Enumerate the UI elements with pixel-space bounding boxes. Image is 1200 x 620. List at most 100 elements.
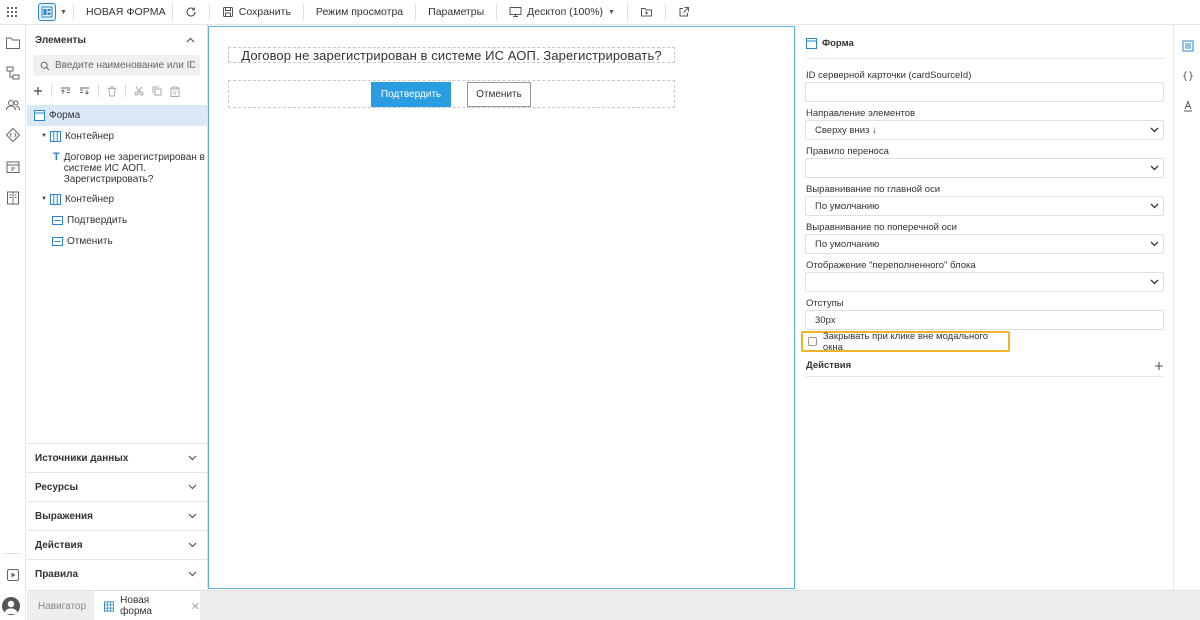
plus-icon[interactable] bbox=[33, 86, 43, 96]
close-icon[interactable]: ✕ bbox=[191, 600, 200, 613]
form-type-icon[interactable] bbox=[38, 3, 56, 21]
overflow-select[interactable] bbox=[805, 272, 1164, 292]
navigator-tab[interactable]: Навигатор bbox=[38, 601, 86, 612]
folder-button[interactable] bbox=[634, 0, 659, 25]
form-type-caret-icon[interactable]: ▼ bbox=[60, 9, 67, 16]
chevron-down-icon bbox=[1150, 279, 1159, 285]
move-down-icon[interactable] bbox=[79, 86, 90, 96]
checkbox-label: Закрывать при клике вне модального окна bbox=[822, 330, 989, 353]
left-icon-rail bbox=[0, 25, 26, 620]
refresh-icon bbox=[186, 7, 196, 17]
json-braces-icon[interactable]: {} bbox=[1179, 67, 1197, 85]
element-search-input[interactable] bbox=[55, 60, 195, 71]
toolbar-divider bbox=[208, 4, 210, 20]
chevron-down-icon bbox=[1150, 127, 1159, 133]
trash-icon[interactable] bbox=[107, 86, 117, 97]
toolbar-divider bbox=[171, 4, 173, 20]
user-avatar[interactable] bbox=[2, 597, 20, 615]
toolbar-divider bbox=[496, 4, 498, 20]
properties-panel: Форма ID серверной карточки (cardSourceI… bbox=[796, 25, 1174, 590]
wrap-rule-select[interactable] bbox=[805, 158, 1164, 178]
element-search bbox=[33, 55, 200, 76]
section-rules[interactable]: Правила bbox=[27, 559, 207, 588]
canvas-button-container[interactable]: Подтвердить Отменить bbox=[228, 80, 675, 108]
field-label-direction: Направление элементов bbox=[806, 108, 916, 119]
tree-item-text[interactable]: T Договор не зарегистрирован в системе И… bbox=[27, 152, 207, 188]
toolbar-divider bbox=[72, 4, 74, 20]
chevron-up-icon[interactable] bbox=[186, 37, 195, 43]
scissors-icon[interactable] bbox=[134, 86, 144, 96]
field-value: По умолчанию bbox=[815, 200, 880, 212]
button-type-icon bbox=[52, 216, 63, 225]
chevron-down-icon bbox=[188, 542, 197, 548]
tree-item-cancel-button[interactable]: Отменить bbox=[27, 236, 207, 250]
elements-panel-title: Элементы bbox=[35, 35, 86, 46]
cancel-button[interactable]: Отменить bbox=[467, 82, 531, 107]
move-up-icon[interactable] bbox=[60, 86, 71, 96]
open-external-button[interactable] bbox=[672, 0, 696, 25]
tree-item-confirm-button[interactable]: Подтвердить bbox=[27, 215, 207, 229]
tree-item-container[interactable]: ▼ Контейнер bbox=[27, 194, 207, 208]
calendar-icon[interactable] bbox=[4, 158, 22, 176]
chevron-down-icon bbox=[188, 484, 197, 490]
top-toolbar: ▼ НОВАЯ ФОРМА Сохранить Режим просмотра … bbox=[0, 0, 1200, 25]
section-data-sources[interactable]: Источники данных bbox=[27, 443, 207, 472]
users-icon[interactable] bbox=[4, 96, 22, 114]
chevron-down-icon bbox=[188, 513, 197, 519]
device-select-label: Десктоп (100%) bbox=[527, 6, 604, 18]
caret-down-icon[interactable]: ▼ bbox=[41, 133, 47, 139]
canvas-heading-text[interactable]: Договор не зарегистрирован в системе ИС … bbox=[228, 47, 675, 63]
form-grid-icon bbox=[104, 600, 115, 612]
text-style-icon[interactable] bbox=[1179, 97, 1197, 115]
save-button[interactable]: Сохранить bbox=[216, 0, 297, 25]
preview-mode-button[interactable]: Режим просмотра bbox=[310, 0, 409, 25]
padding-input[interactable]: 30px bbox=[805, 310, 1164, 330]
field-value: По умолчанию bbox=[815, 238, 880, 250]
main-axis-select[interactable]: По умолчанию bbox=[805, 196, 1164, 216]
field-value: Сверху вниз ↓ bbox=[815, 124, 877, 136]
field-label-cross-axis: Выравнивание по поперечной оси bbox=[806, 222, 957, 233]
close-on-outside-click-checkbox[interactable]: Закрывать при клике вне модального окна bbox=[801, 330, 1010, 353]
code-diamond-icon[interactable] bbox=[4, 126, 22, 144]
folder-icon bbox=[640, 8, 652, 17]
paste-icon[interactable] bbox=[170, 86, 180, 97]
direction-select[interactable]: Сверху вниз ↓ bbox=[805, 120, 1164, 140]
play-icon[interactable] bbox=[4, 566, 22, 584]
form-canvas[interactable]: Договор не зарегистрирован в системе ИС … bbox=[208, 26, 795, 589]
elements-panel: Элементы Форма ▼ Контейнер T Догово bbox=[27, 25, 208, 590]
container-icon bbox=[49, 194, 61, 205]
tree-text-line: Зарегистрировать? bbox=[63, 174, 154, 185]
search-icon bbox=[40, 61, 50, 70]
tab-new-form[interactable]: Новая форма ✕ bbox=[94, 591, 200, 620]
add-action-icon[interactable] bbox=[1154, 361, 1164, 371]
apps-grid-icon[interactable] bbox=[0, 0, 24, 24]
confirm-button[interactable]: Подтвердить bbox=[371, 82, 451, 107]
refresh-button[interactable] bbox=[179, 0, 203, 25]
section-actions[interactable]: Действия bbox=[27, 530, 207, 559]
tree-item-form[interactable]: Форма bbox=[27, 105, 207, 126]
chevron-down-icon bbox=[1150, 241, 1159, 247]
button-type-icon bbox=[52, 237, 63, 246]
tree-text-line: системе ИС АОП. bbox=[63, 163, 146, 174]
form-icon bbox=[806, 38, 817, 49]
parameters-button[interactable]: Параметры bbox=[422, 0, 490, 25]
device-select[interactable]: Десктоп (100%) ▼ bbox=[503, 0, 621, 25]
copy-icon[interactable] bbox=[152, 86, 162, 96]
hierarchy-icon[interactable] bbox=[4, 64, 22, 82]
book-icon[interactable] bbox=[4, 189, 22, 207]
section-label: Действия bbox=[35, 539, 83, 551]
section-resources[interactable]: Ресурсы bbox=[27, 472, 207, 501]
properties-tab-icon[interactable] bbox=[1179, 37, 1197, 55]
folder-icon[interactable] bbox=[4, 34, 22, 52]
caret-down-icon[interactable]: ▼ bbox=[41, 196, 47, 202]
field-value: 30px bbox=[815, 314, 836, 326]
actions-section: Действия bbox=[806, 355, 1164, 377]
cross-axis-select[interactable]: По умолчанию bbox=[805, 234, 1164, 254]
tree-item-label: Контейнер bbox=[64, 194, 115, 205]
tree-item-container[interactable]: ▼ Контейнер bbox=[27, 131, 207, 145]
checkbox-box[interactable] bbox=[808, 337, 817, 346]
section-expressions[interactable]: Выражения bbox=[27, 501, 207, 530]
toolbar-divider bbox=[626, 4, 628, 20]
field-label-wrap: Правило переноса bbox=[806, 146, 889, 157]
card-source-id-input[interactable] bbox=[805, 82, 1164, 102]
